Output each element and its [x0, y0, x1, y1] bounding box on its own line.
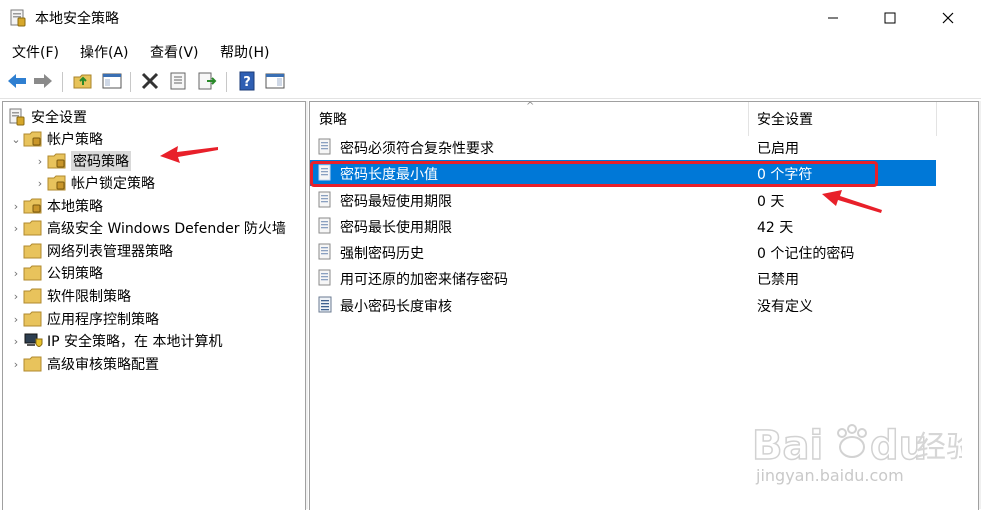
folder-lock-icon [47, 152, 67, 170]
column-separator[interactable] [748, 102, 749, 136]
tree-pane: 安全设置 ⌄ 帐户策略 › 密码策略 › 帐户锁定策略 › 本地策略 › 高级安 [2, 101, 306, 510]
highlight-box-annotation [310, 161, 878, 187]
policy-item-icon [318, 217, 334, 235]
tree-item-label: 帐户锁定策略 [71, 176, 155, 192]
tree-item-label: 应用程序控制策略 [47, 312, 159, 328]
tree-item-ip-security[interactable]: › IP 安全策略，在 本地计算机 [9, 330, 222, 352]
folder-lock-icon [23, 197, 43, 215]
chevron-right-icon[interactable]: › [33, 177, 47, 190]
tree-item-app-control[interactable]: › 应用程序控制策略 [9, 308, 159, 330]
toolbar-separator [226, 72, 227, 92]
tree-item-label: 本地策略 [47, 199, 103, 215]
audit-policy-icon [318, 296, 334, 314]
folder-lock-icon [23, 130, 43, 148]
minimize-button[interactable] [810, 0, 856, 36]
chevron-right-icon[interactable]: › [9, 200, 23, 213]
tree-item-network-list[interactable]: 网络列表管理器策略 [9, 240, 173, 262]
chevron-down-icon[interactable]: ⌄ [9, 133, 23, 146]
policy-row[interactable]: 密码最长使用期限 42 天 [310, 213, 936, 239]
show-hide-tree-icon[interactable] [101, 70, 123, 92]
folder-lock-icon [47, 174, 67, 192]
tree-item-label: 网络列表管理器策略 [47, 244, 173, 260]
policy-row[interactable]: 密码必须符合复杂性要求 已启用 [310, 134, 936, 160]
tree-root[interactable]: 安全设置 [7, 106, 87, 128]
folder-icon [23, 310, 43, 328]
tree-item-label: 帐户策略 [47, 132, 103, 148]
policy-row[interactable]: 最小密码长度审核 没有定义 [310, 292, 936, 318]
policy-item-icon [318, 243, 334, 261]
folder-icon [23, 264, 43, 282]
folder-icon [23, 355, 43, 373]
svg-text:经验: 经验 [916, 430, 962, 465]
tree-item-password-policy[interactable]: › 密码策略 [33, 150, 131, 172]
chevron-right-icon[interactable]: › [33, 155, 47, 168]
help-icon[interactable]: ? [236, 70, 258, 92]
tree-item-label: 高级安全 Windows Defender 防火墙 [47, 221, 286, 237]
red-arrow-annotation [160, 146, 218, 163]
red-arrow-annotation [822, 190, 882, 213]
properties-icon[interactable] [167, 70, 189, 92]
tree-item-local-policy[interactable]: › 本地策略 [9, 195, 103, 217]
svg-text:?: ? [243, 75, 251, 90]
delete-icon[interactable] [139, 70, 161, 92]
menu-bar: 文件(F) 操作(A) 查看(V) 帮助(H) [0, 38, 981, 64]
menu-action[interactable]: 操作(A) [80, 42, 129, 62]
toolbar-separator [62, 72, 63, 92]
column-separator[interactable] [936, 102, 937, 136]
security-policy-app-icon [10, 9, 26, 27]
menu-help[interactable]: 帮助(H) [220, 42, 269, 62]
computer-shield-icon [23, 332, 43, 350]
folder-icon [23, 287, 43, 305]
tree-item-advanced-audit[interactable]: › 高级审核策略配置 [9, 353, 159, 375]
folder-icon [23, 242, 43, 260]
menu-file[interactable]: 文件(F) [12, 42, 59, 62]
export-list-icon[interactable] [196, 70, 218, 92]
tree-item-label: 软件限制策略 [47, 289, 131, 305]
policy-item-icon [318, 191, 334, 209]
menu-view[interactable]: 查看(V) [150, 42, 199, 62]
tree-item-label: 高级审核策略配置 [47, 357, 159, 373]
tree-root-label: 安全设置 [31, 110, 87, 126]
tree-item-public-key[interactable]: › 公钥策略 [9, 262, 103, 284]
tree-item-account-lockout-policy[interactable]: › 帐户锁定策略 [33, 172, 155, 194]
chevron-right-icon[interactable]: › [9, 313, 23, 326]
policy-row[interactable]: 用可还原的加密来储存密码 已禁用 [310, 265, 936, 291]
tree-item-software-restriction[interactable]: › 软件限制策略 [9, 285, 131, 307]
window-title: 本地安全策略 [35, 11, 119, 27]
tree-item-label: 密码策略 [71, 151, 131, 171]
up-folder-icon[interactable] [72, 70, 94, 92]
chevron-right-icon[interactable]: › [9, 290, 23, 303]
policy-item-icon [318, 138, 334, 156]
toolbar: ? [0, 66, 981, 99]
maximize-button[interactable] [867, 0, 913, 36]
column-header-setting[interactable]: 安全设置 [757, 102, 937, 136]
chevron-right-icon[interactable]: › [9, 358, 23, 371]
action-pane-icon[interactable] [264, 70, 286, 92]
tree-item-label: IP 安全策略，在 本地计算机 [47, 334, 223, 350]
chevron-right-icon[interactable]: › [9, 335, 23, 348]
chevron-right-icon[interactable]: › [9, 222, 23, 235]
chevron-right-icon[interactable]: › [9, 267, 23, 280]
svg-text:Bai: Bai [752, 423, 823, 469]
toolbar-separator [130, 72, 131, 92]
tree-item-firewall[interactable]: › 高级安全 Windows Defender 防火墙 [9, 217, 286, 239]
back-icon[interactable] [6, 70, 28, 92]
tree-item-account-policy[interactable]: ⌄ 帐户策略 [9, 128, 103, 150]
title-bar: 本地安全策略 [0, 0, 981, 36]
policy-row[interactable]: 强制密码历史 0 个记住的密码 [310, 239, 936, 265]
column-header-policy[interactable]: 策略 [319, 102, 749, 136]
close-button[interactable] [925, 0, 971, 36]
watermark-url: jingyan.baidu.com [756, 466, 904, 485]
folder-icon [23, 219, 43, 237]
security-settings-icon [7, 108, 27, 126]
tree-item-label: 公钥策略 [47, 266, 103, 282]
forward-icon[interactable] [32, 70, 54, 92]
policy-item-icon [318, 269, 334, 287]
